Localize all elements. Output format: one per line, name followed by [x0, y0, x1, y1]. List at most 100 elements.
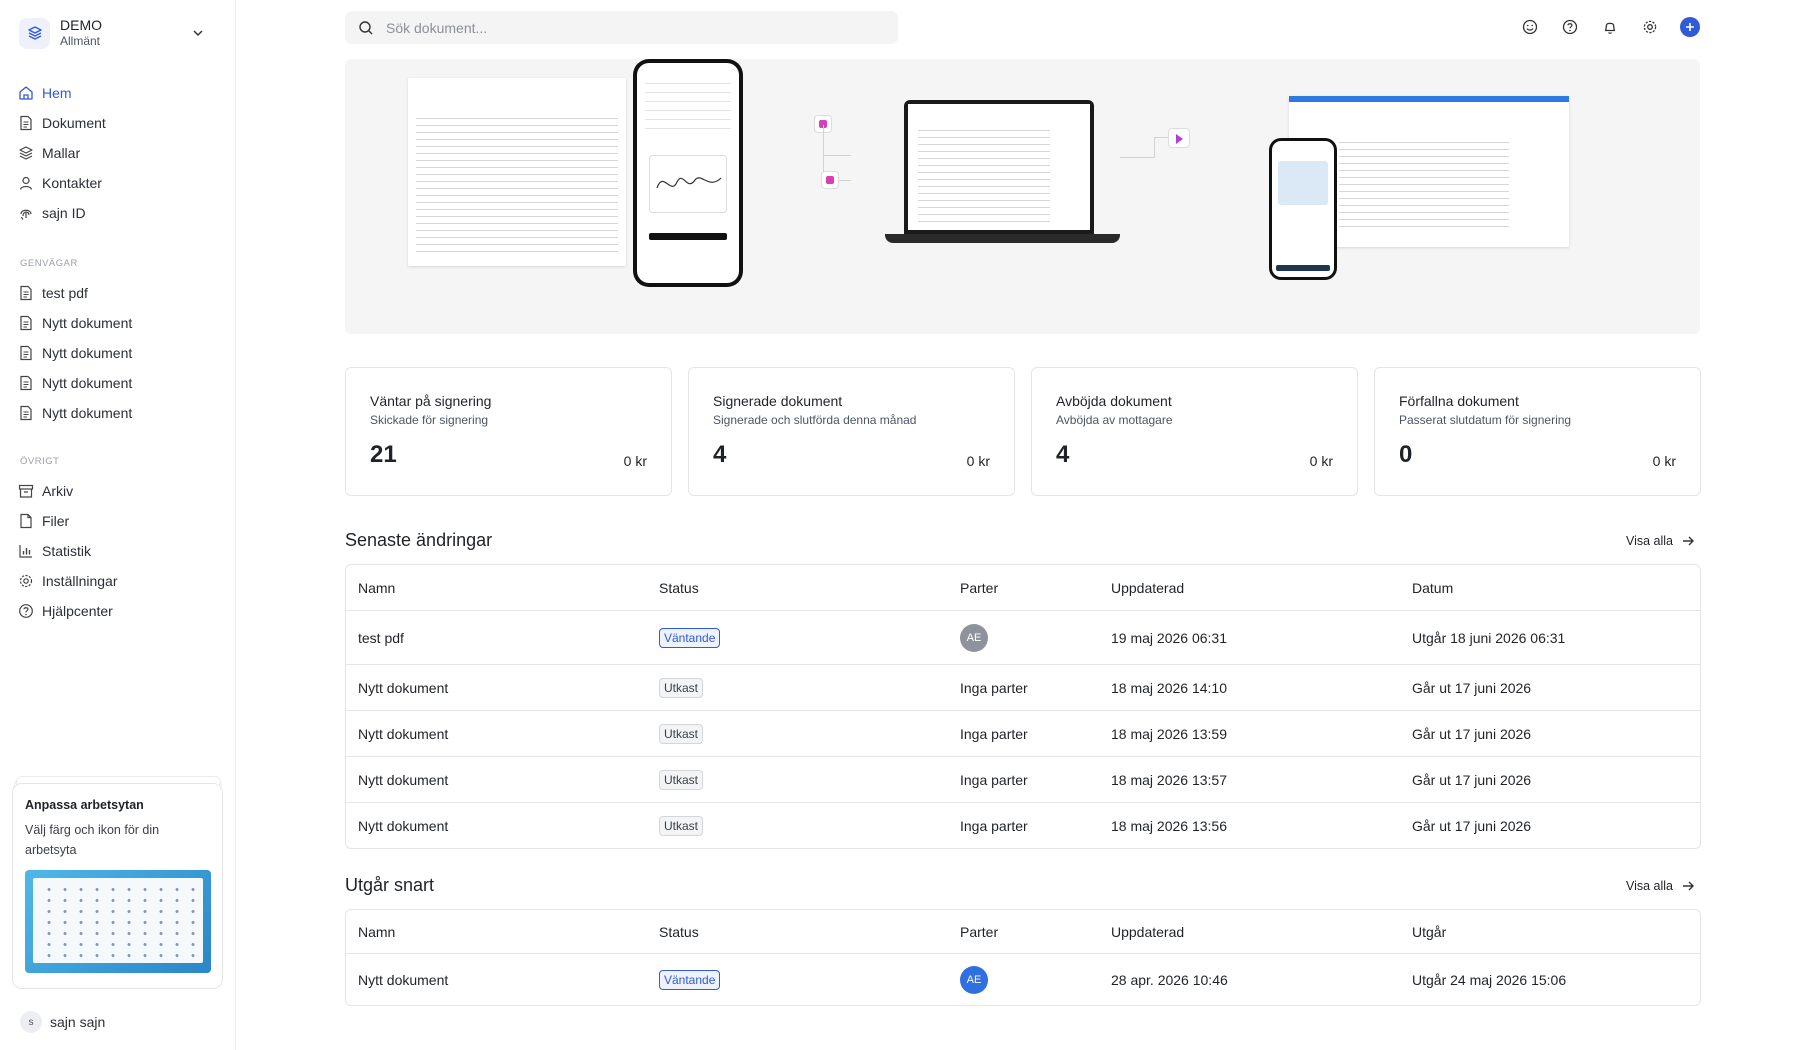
doc-name: Nytt dokument	[358, 725, 449, 742]
section-title: Senaste ändringar	[345, 530, 493, 550]
promo-title: Anpassa arbetsytan	[25, 798, 144, 812]
icon-grid-illustration	[25, 870, 211, 973]
document-icon	[20, 115, 32, 131]
stat-count: 21	[370, 441, 397, 468]
fingerprint-icon	[20, 209, 32, 220]
stats-cards: Väntar på signering Skickade för signeri…	[345, 367, 1701, 496]
arrow-right-icon	[1683, 881, 1694, 891]
link-label: Visa alla	[1625, 879, 1673, 893]
table-row[interactable]: Nytt dokument Väntande AE 28 apr. 2026 1…	[346, 953, 1700, 1005]
stat-subtitle: Avböjda av mottagare	[1056, 413, 1173, 427]
shortcut-label: Nytt dokument	[42, 315, 133, 331]
user-icon	[19, 176, 33, 190]
shortcut-item[interactable]: Nytt dokument	[18, 368, 218, 398]
expiry-date: Utgår 18 juni 2026 06:31	[1412, 629, 1566, 646]
updated-date: 19 maj 2026 06:31	[1111, 629, 1227, 646]
column-header[interactable]: Parter	[948, 924, 1099, 940]
smiley-icon[interactable]	[1520, 17, 1540, 37]
link-label: Visa alla	[1625, 534, 1673, 548]
table-row[interactable]: Nytt dokument Utkast Inga parter 18 maj …	[346, 802, 1700, 848]
nav-label: Hem	[42, 85, 72, 101]
user-menu[interactable]: s sajn sajn	[20, 1011, 105, 1033]
doc-name: Nytt dokument	[358, 817, 449, 834]
nav-label: Statistik	[42, 543, 92, 559]
expiring-table: Namn Status Parter Uppdaterad Utgår Nytt…	[345, 909, 1701, 1006]
table-row[interactable]: Nytt dokument Utkast Inga parter 18 maj …	[346, 710, 1700, 756]
status-badge: Utkast	[659, 815, 704, 836]
search-bar[interactable]	[345, 11, 898, 44]
avatar: AE	[960, 965, 988, 994]
view-all-link[interactable]: Visa alla	[1626, 534, 1695, 548]
sidebar: DEMO Allmänt Hem Dokument Mallar Kontakt…	[0, 0, 236, 1050]
column-header[interactable]: Uppdaterad	[1099, 580, 1400, 596]
stat-amount: 0 kr	[1652, 453, 1676, 469]
nav-item-filer[interactable]: Filer	[18, 506, 218, 536]
stat-amount: 0 kr	[966, 453, 990, 469]
nav-item-hjalpcenter[interactable]: Hjälpcenter	[18, 596, 218, 626]
table-row[interactable]: Nytt dokument Utkast Inga parter 18 maj …	[346, 664, 1700, 710]
workspace-switcher[interactable]: DEMO Allmänt	[19, 16, 219, 50]
nav-item-mallar[interactable]: Mallar	[18, 138, 218, 168]
stat-card-signed[interactable]: Signerade dokument Signerade och slutför…	[688, 367, 1015, 496]
column-header[interactable]: Status	[647, 924, 948, 940]
bell-icon[interactable]	[1600, 17, 1620, 37]
column-header[interactable]: Parter	[948, 580, 1099, 596]
recent-table: Namn Status Parter Uppdaterad Datum test…	[345, 564, 1701, 849]
shortcut-item[interactable]: Nytt dokument	[18, 338, 218, 368]
doc-name: test pdf	[358, 629, 404, 646]
stat-amount: 0 kr	[1309, 453, 1333, 469]
parties-text: Inga parter	[960, 725, 1028, 742]
nav-label: Arkiv	[42, 483, 74, 499]
doc-name: Nytt dokument	[358, 679, 449, 696]
table-row[interactable]: test pdf Väntande AE 19 maj 2026 06:31 U…	[346, 610, 1700, 664]
view-all-link[interactable]: Visa alla	[1626, 879, 1695, 893]
updated-date: 18 maj 2026 14:10	[1111, 679, 1227, 696]
gear-icon[interactable]	[1640, 17, 1660, 37]
status-badge: Utkast	[659, 769, 704, 790]
doc-name: Nytt dokument	[358, 771, 449, 788]
stat-subtitle: Signerade och slutförda denna månad	[713, 413, 917, 427]
shortcuts-title: GENVÄGAR	[20, 258, 78, 269]
chart-icon	[19, 545, 32, 558]
nav-label: Dokument	[42, 115, 106, 131]
shortcut-item[interactable]: Nytt dokument	[18, 308, 218, 338]
customize-workspace-card[interactable]: Anpassa arbetsytan Välj färg och ikon fö…	[12, 783, 223, 989]
status-badge: Väntande	[659, 969, 721, 990]
phone-mockup	[1269, 138, 1337, 280]
nav-item-arkiv[interactable]: Arkiv	[18, 476, 218, 506]
app-badge	[1168, 128, 1190, 148]
stat-title: Signerade dokument	[713, 393, 843, 409]
search-input[interactable]	[386, 19, 846, 36]
create-button[interactable]	[1680, 17, 1700, 37]
document-icon	[20, 345, 32, 361]
nav-label: Kontakter	[42, 175, 102, 191]
column-header[interactable]: Utgår	[1400, 924, 1700, 940]
help-icon[interactable]	[1560, 17, 1580, 37]
expiry-date: Går ut 17 juni 2026	[1412, 817, 1532, 834]
stat-card-pending[interactable]: Väntar på signering Skickade för signeri…	[345, 367, 672, 496]
column-header[interactable]: Datum	[1400, 580, 1700, 596]
updated-date: 28 apr. 2026 10:46	[1111, 971, 1228, 988]
nav-item-statistik[interactable]: Statistik	[18, 536, 218, 566]
nav-item-sajn-id[interactable]: sajn ID	[18, 198, 218, 228]
updated-date: 18 maj 2026 13:56	[1111, 817, 1227, 834]
nav-item-kontakter[interactable]: Kontakter	[18, 168, 218, 198]
plus-icon[interactable]	[1680, 17, 1700, 37]
column-header[interactable]: Uppdaterad	[1099, 924, 1400, 940]
shortcut-item[interactable]: test pdf	[18, 278, 218, 308]
parties-text: Inga parter	[960, 679, 1028, 696]
column-header[interactable]: Status	[647, 580, 948, 596]
stat-card-declined[interactable]: Avböjda dokument Avböjda av mottagare 4 …	[1031, 367, 1358, 496]
column-header[interactable]: Namn	[346, 580, 647, 596]
search-icon	[359, 20, 373, 34]
nav-item-installningar[interactable]: Inställningar	[18, 566, 218, 596]
nav-item-hem[interactable]: Hem	[18, 78, 218, 108]
column-header[interactable]: Namn	[346, 924, 647, 940]
shortcut-item[interactable]: Nytt dokument	[18, 398, 218, 428]
avatar: s	[20, 1011, 42, 1033]
table-row[interactable]: Nytt dokument Utkast Inga parter 18 maj …	[346, 756, 1700, 802]
chevron-down-icon[interactable]	[191, 26, 205, 43]
nav-item-dokument[interactable]: Dokument	[18, 108, 218, 138]
stat-card-expired[interactable]: Förfallna dokument Passerat slutdatum fö…	[1374, 367, 1701, 496]
phone-mockup	[633, 59, 743, 287]
